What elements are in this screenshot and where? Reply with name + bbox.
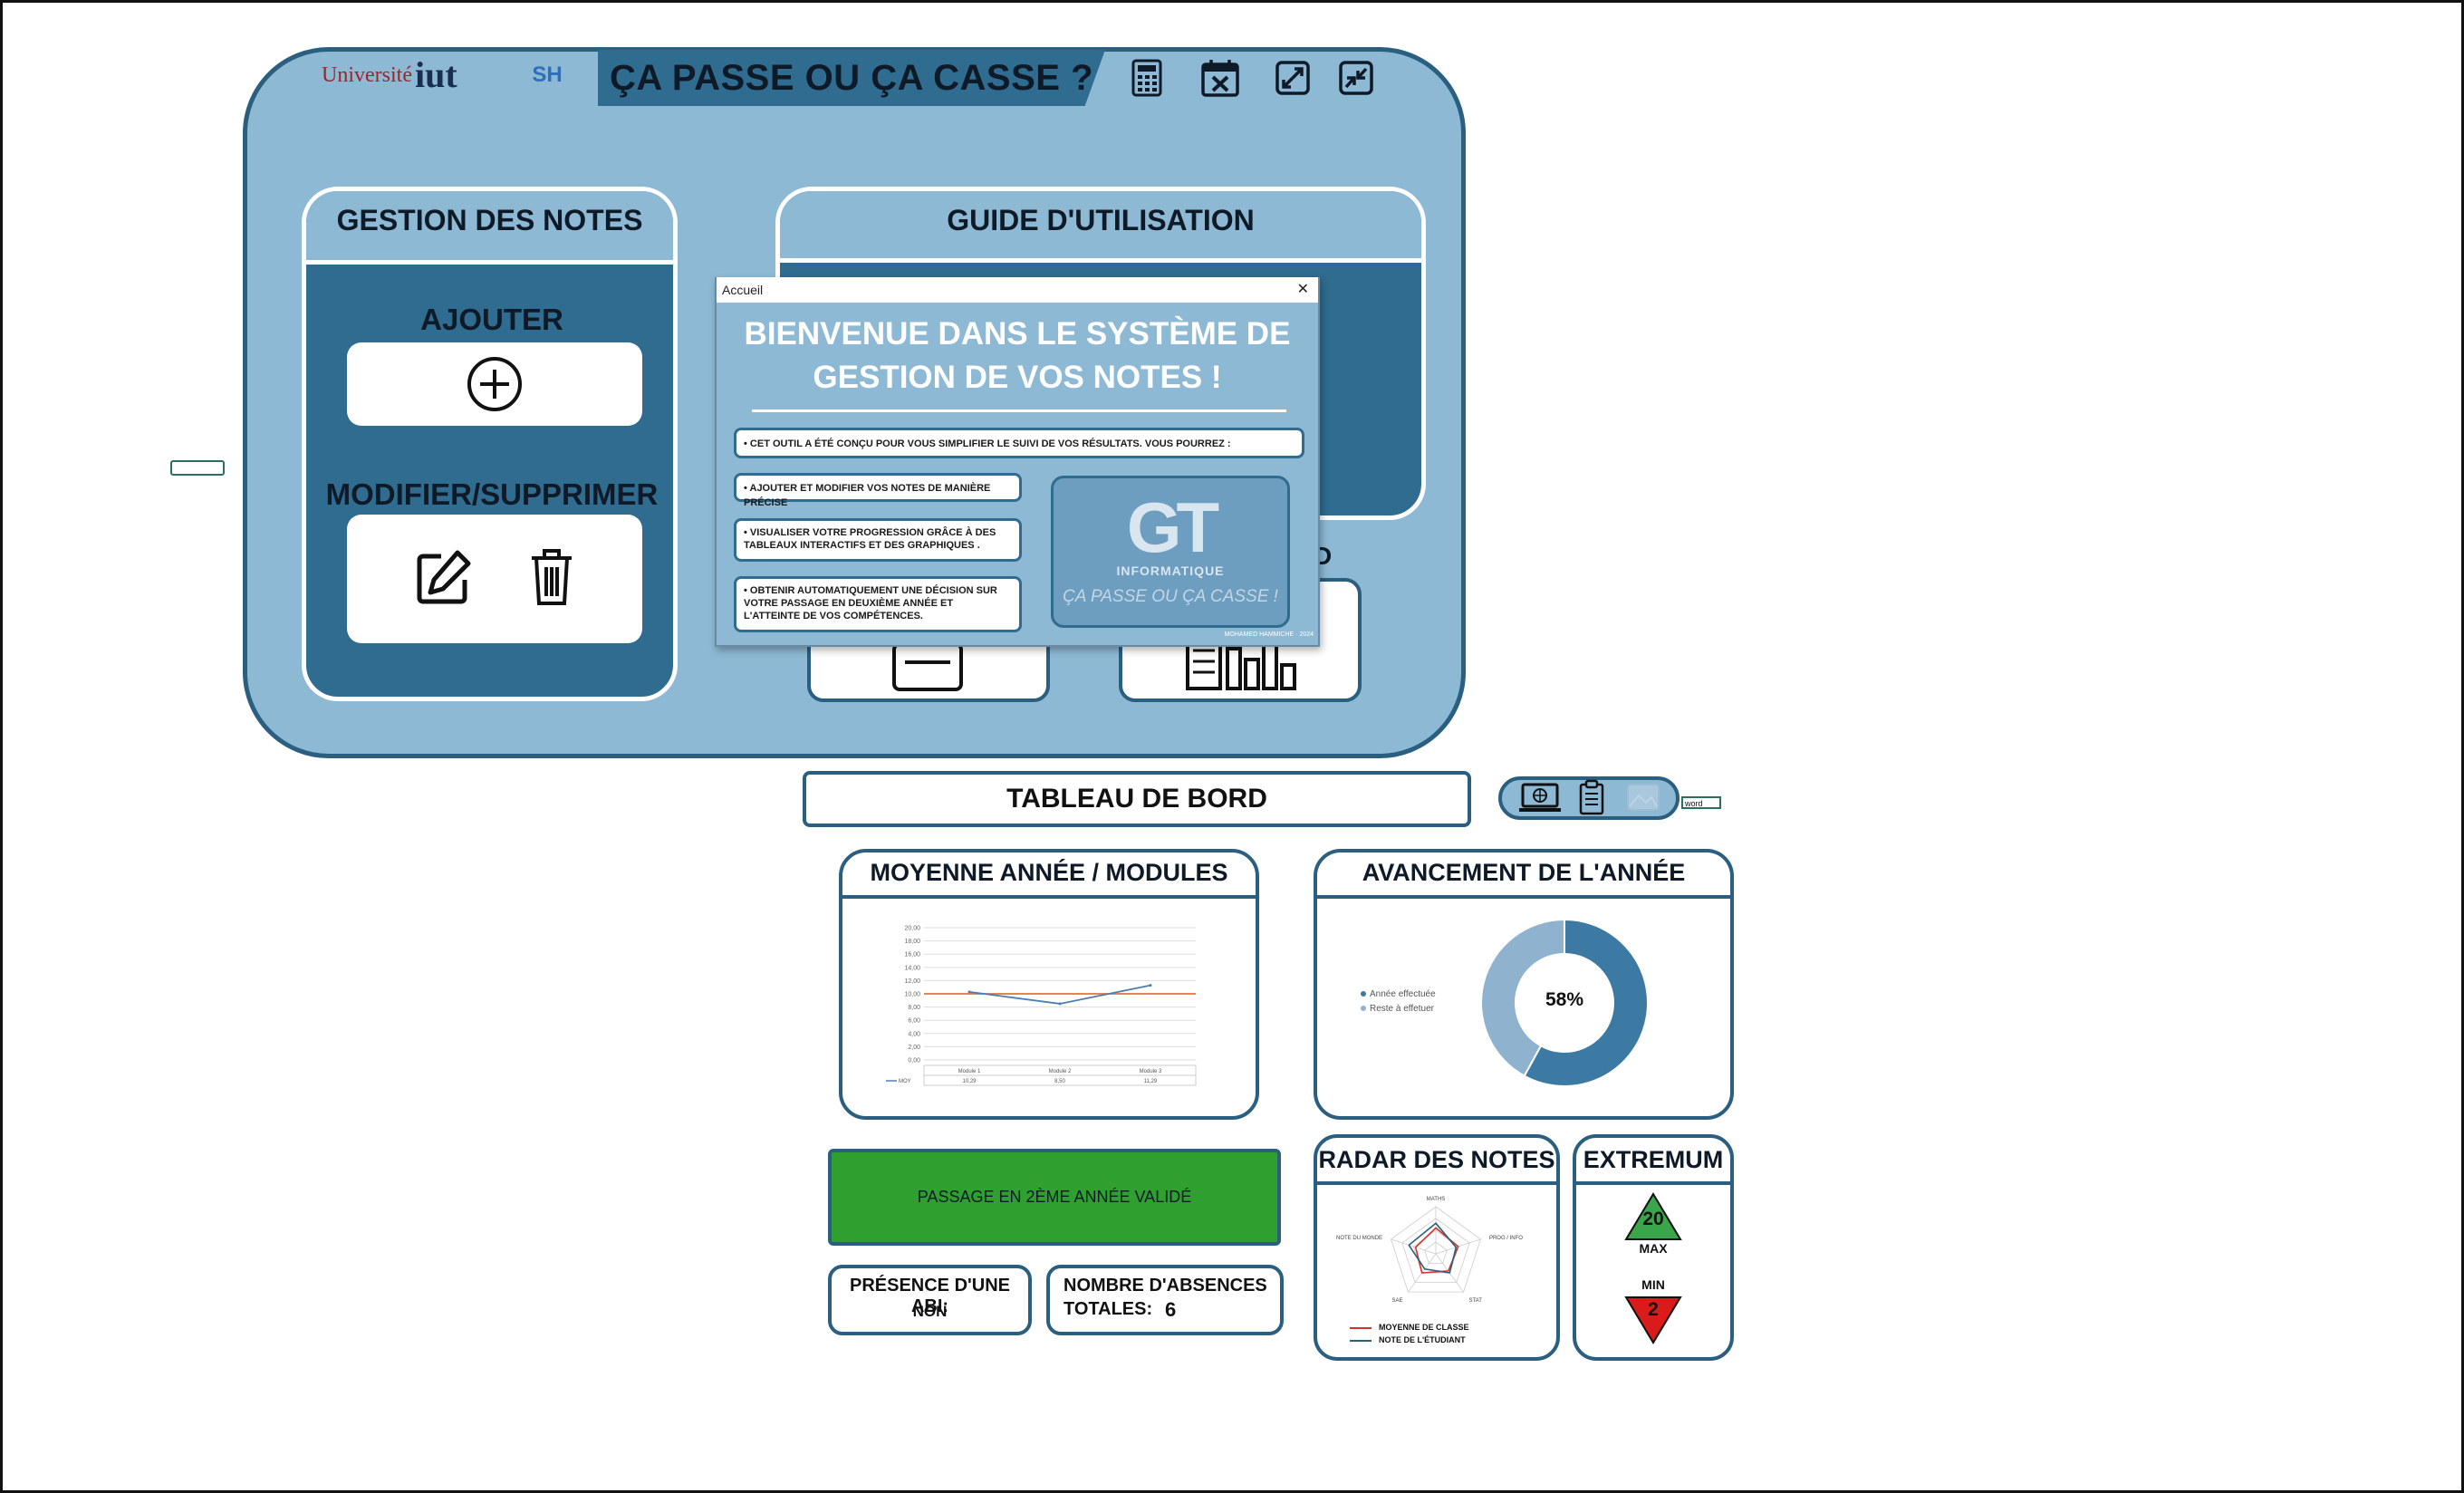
max-value: 20 <box>1642 1209 1664 1229</box>
dialog-heading: BIENVENUE DANS LE SYSTÈME DE GESTION DE … <box>725 313 1310 403</box>
dialog-heading-line2: GESTION DE VOS NOTES ! <box>813 360 1222 395</box>
table-value: 10,29 <box>962 1079 977 1084</box>
university-logo: Université <box>322 63 412 87</box>
extremum-divider <box>1576 1181 1730 1185</box>
table-series-label: MOY <box>899 1079 911 1084</box>
calculator-icon[interactable] <box>1125 56 1169 100</box>
brand-subtitle: INFORMATIQUE <box>1116 563 1225 578</box>
expand-icon[interactable] <box>1271 56 1314 100</box>
radar-axis-label: MATHS <box>1427 1197 1446 1202</box>
abi-value: NON <box>912 1303 948 1320</box>
gestion-title: GESTION DES NOTES <box>336 204 643 236</box>
moyenne-point <box>1149 984 1152 987</box>
y-tick-label: 4,00 <box>908 1031 920 1037</box>
dashboard-title: TABLEAU DE BORD <box>1006 784 1267 814</box>
small-control[interactable] <box>170 460 225 476</box>
moyenne-divider <box>842 895 1256 899</box>
monitor-globe-icon[interactable] <box>1519 783 1561 814</box>
y-tick-label: 10,00 <box>904 992 920 998</box>
gt-logo: GT <box>1126 487 1219 567</box>
absences-label-1: NOMBRE D'ABSENCES <box>1064 1276 1267 1296</box>
radar-legend-1: MOYENNE DE CLASSE <box>1350 1323 1531 1334</box>
table-value: 8,50 <box>1054 1079 1065 1084</box>
abi-label: PRÉSENCE D'UNE ABI: <box>849 1276 1010 1316</box>
dialog-bullet-3: • OBTENIR AUTOMATIQUEMENT UNE DÉCISION S… <box>734 576 1022 632</box>
x-category-label: Module 1 <box>958 1069 981 1074</box>
calendar-close-icon[interactable] <box>1198 56 1242 100</box>
radar-title: RADAR DES NOTES <box>1318 1146 1555 1173</box>
dialog-heading-line1: BIENVENUE DANS LE SYSTÈME DE <box>744 316 1291 352</box>
y-tick-label: 8,00 <box>908 1005 920 1011</box>
iut-logo: iut <box>415 54 457 95</box>
moyenne-title: MOYENNE ANNÉE / MODULES <box>870 859 1228 886</box>
radar-legend-2-label: NOTE DE L'ÉTUDIANT <box>1379 1335 1466 1344</box>
max-label: MAX <box>1639 1241 1668 1256</box>
app-title: ÇA PASSE OU ÇA CASSE ? <box>609 58 1094 98</box>
shrink-icon[interactable] <box>1334 56 1378 100</box>
x-category-label: Module 2 <box>1049 1069 1072 1074</box>
y-tick-label: 20,00 <box>904 926 920 932</box>
y-tick-label: 14,00 <box>904 965 920 971</box>
delete-button[interactable] <box>528 547 575 612</box>
radar-axis-label: NOTE DU MONDE <box>1336 1236 1382 1241</box>
absences-value: 6 <box>1165 1298 1177 1321</box>
x-category-label: Module 3 <box>1140 1069 1162 1074</box>
legend-annee-effectuee: Année effectuée <box>1361 989 1478 1002</box>
dialog-title: Accueil <box>722 283 764 297</box>
radar-axis-label: PROG / INFO <box>1489 1236 1523 1241</box>
radar-divider <box>1317 1181 1556 1185</box>
word-label[interactable]: word <box>1681 796 1721 809</box>
passage-text: PASSAGE EN 2ÈME ANNÉE VALIDÉ <box>917 1188 1192 1206</box>
clipboard-icon[interactable] <box>1578 779 1605 815</box>
dialog-intro: • CET OUTIL A ÉTÉ CONÇU POUR VOUS SIMPLI… <box>734 428 1304 458</box>
dialog-divider <box>752 409 1286 412</box>
dialog-bullet-1: • AJOUTER ET MODIFIER VOS NOTES DE MANIÈ… <box>734 473 1022 508</box>
y-tick-label: 18,00 <box>904 939 920 945</box>
y-tick-label: 2,00 <box>908 1045 920 1051</box>
avancement-divider <box>1317 895 1730 899</box>
radar-legend-1-label: MOYENNE DE CLASSE <box>1379 1323 1469 1332</box>
modifier-supprimer-label: MODIFIER/SUPPRIMER <box>325 477 659 511</box>
absences-label-2: TOTALES: <box>1064 1299 1153 1319</box>
y-tick-label: 12,00 <box>904 978 920 985</box>
image-icon[interactable] <box>1626 783 1660 812</box>
table-value: 11,29 <box>1144 1079 1158 1084</box>
legend-reste-label: Reste à effetuer <box>1370 1004 1434 1014</box>
radar-legend-2: NOTE DE L'ÉTUDIANT <box>1350 1335 1531 1346</box>
moyenne-point <box>967 990 971 994</box>
trash-icon <box>532 548 572 605</box>
guide-title: GUIDE D'UTILISATION <box>947 204 1255 236</box>
sh-logo: SH <box>532 63 563 87</box>
dialog-titlebar: Accueil ✕ <box>717 277 1318 303</box>
modifier-supprimer-area <box>347 515 642 643</box>
extremum-title: EXTREMUM <box>1583 1146 1724 1173</box>
ajouter-label: AJOUTER <box>420 303 563 336</box>
radar-axis-label: STAT <box>1468 1298 1482 1304</box>
min-label: MIN <box>1641 1277 1665 1292</box>
y-tick-label: 0,00 <box>908 1058 920 1064</box>
brand-box: GT INFORMATIQUE ÇA PASSE OU ÇA CASSE ! <box>1051 476 1290 628</box>
radar-chart: MATHS PROG / INFO STAT SAE NOTE DU MONDE <box>1336 1197 1523 1304</box>
legend-reste: Reste à effetuer <box>1361 1004 1478 1016</box>
edit-button[interactable] <box>414 547 474 612</box>
y-tick-label: 6,00 <box>908 1018 920 1025</box>
y-tick-label: 16,00 <box>904 952 920 958</box>
legend-annee-effectuee-label: Année effectuée <box>1370 989 1436 999</box>
dialog-bullet-2: • VISUALISER VOTRE PROGRESSION GRÂCE À D… <box>734 518 1022 562</box>
moyenne-chart: 20,00 18,00 16,00 14,00 12,00 10,00 8,00 6,00 4,… <box>886 926 1197 1086</box>
ajouter-button[interactable] <box>347 342 642 426</box>
dialog-footer: MOHAMED HAMMICHE · 2024 <box>1224 631 1314 638</box>
avancement-title: AVANCEMENT DE L'ANNÉE <box>1362 859 1686 886</box>
min-value: 2 <box>1648 1299 1659 1320</box>
donut-center-label: 58% <box>1545 989 1584 1010</box>
circle-plus-icon <box>467 357 522 411</box>
brand-tagline: ÇA PASSE OU ÇA CASSE ! <box>1063 587 1278 606</box>
moyenne-point <box>1058 1002 1062 1006</box>
radar-axis-label: SAE <box>1392 1298 1403 1304</box>
edit-icon <box>417 550 471 603</box>
dialog-close-icon[interactable]: ✕ <box>1297 277 1309 303</box>
